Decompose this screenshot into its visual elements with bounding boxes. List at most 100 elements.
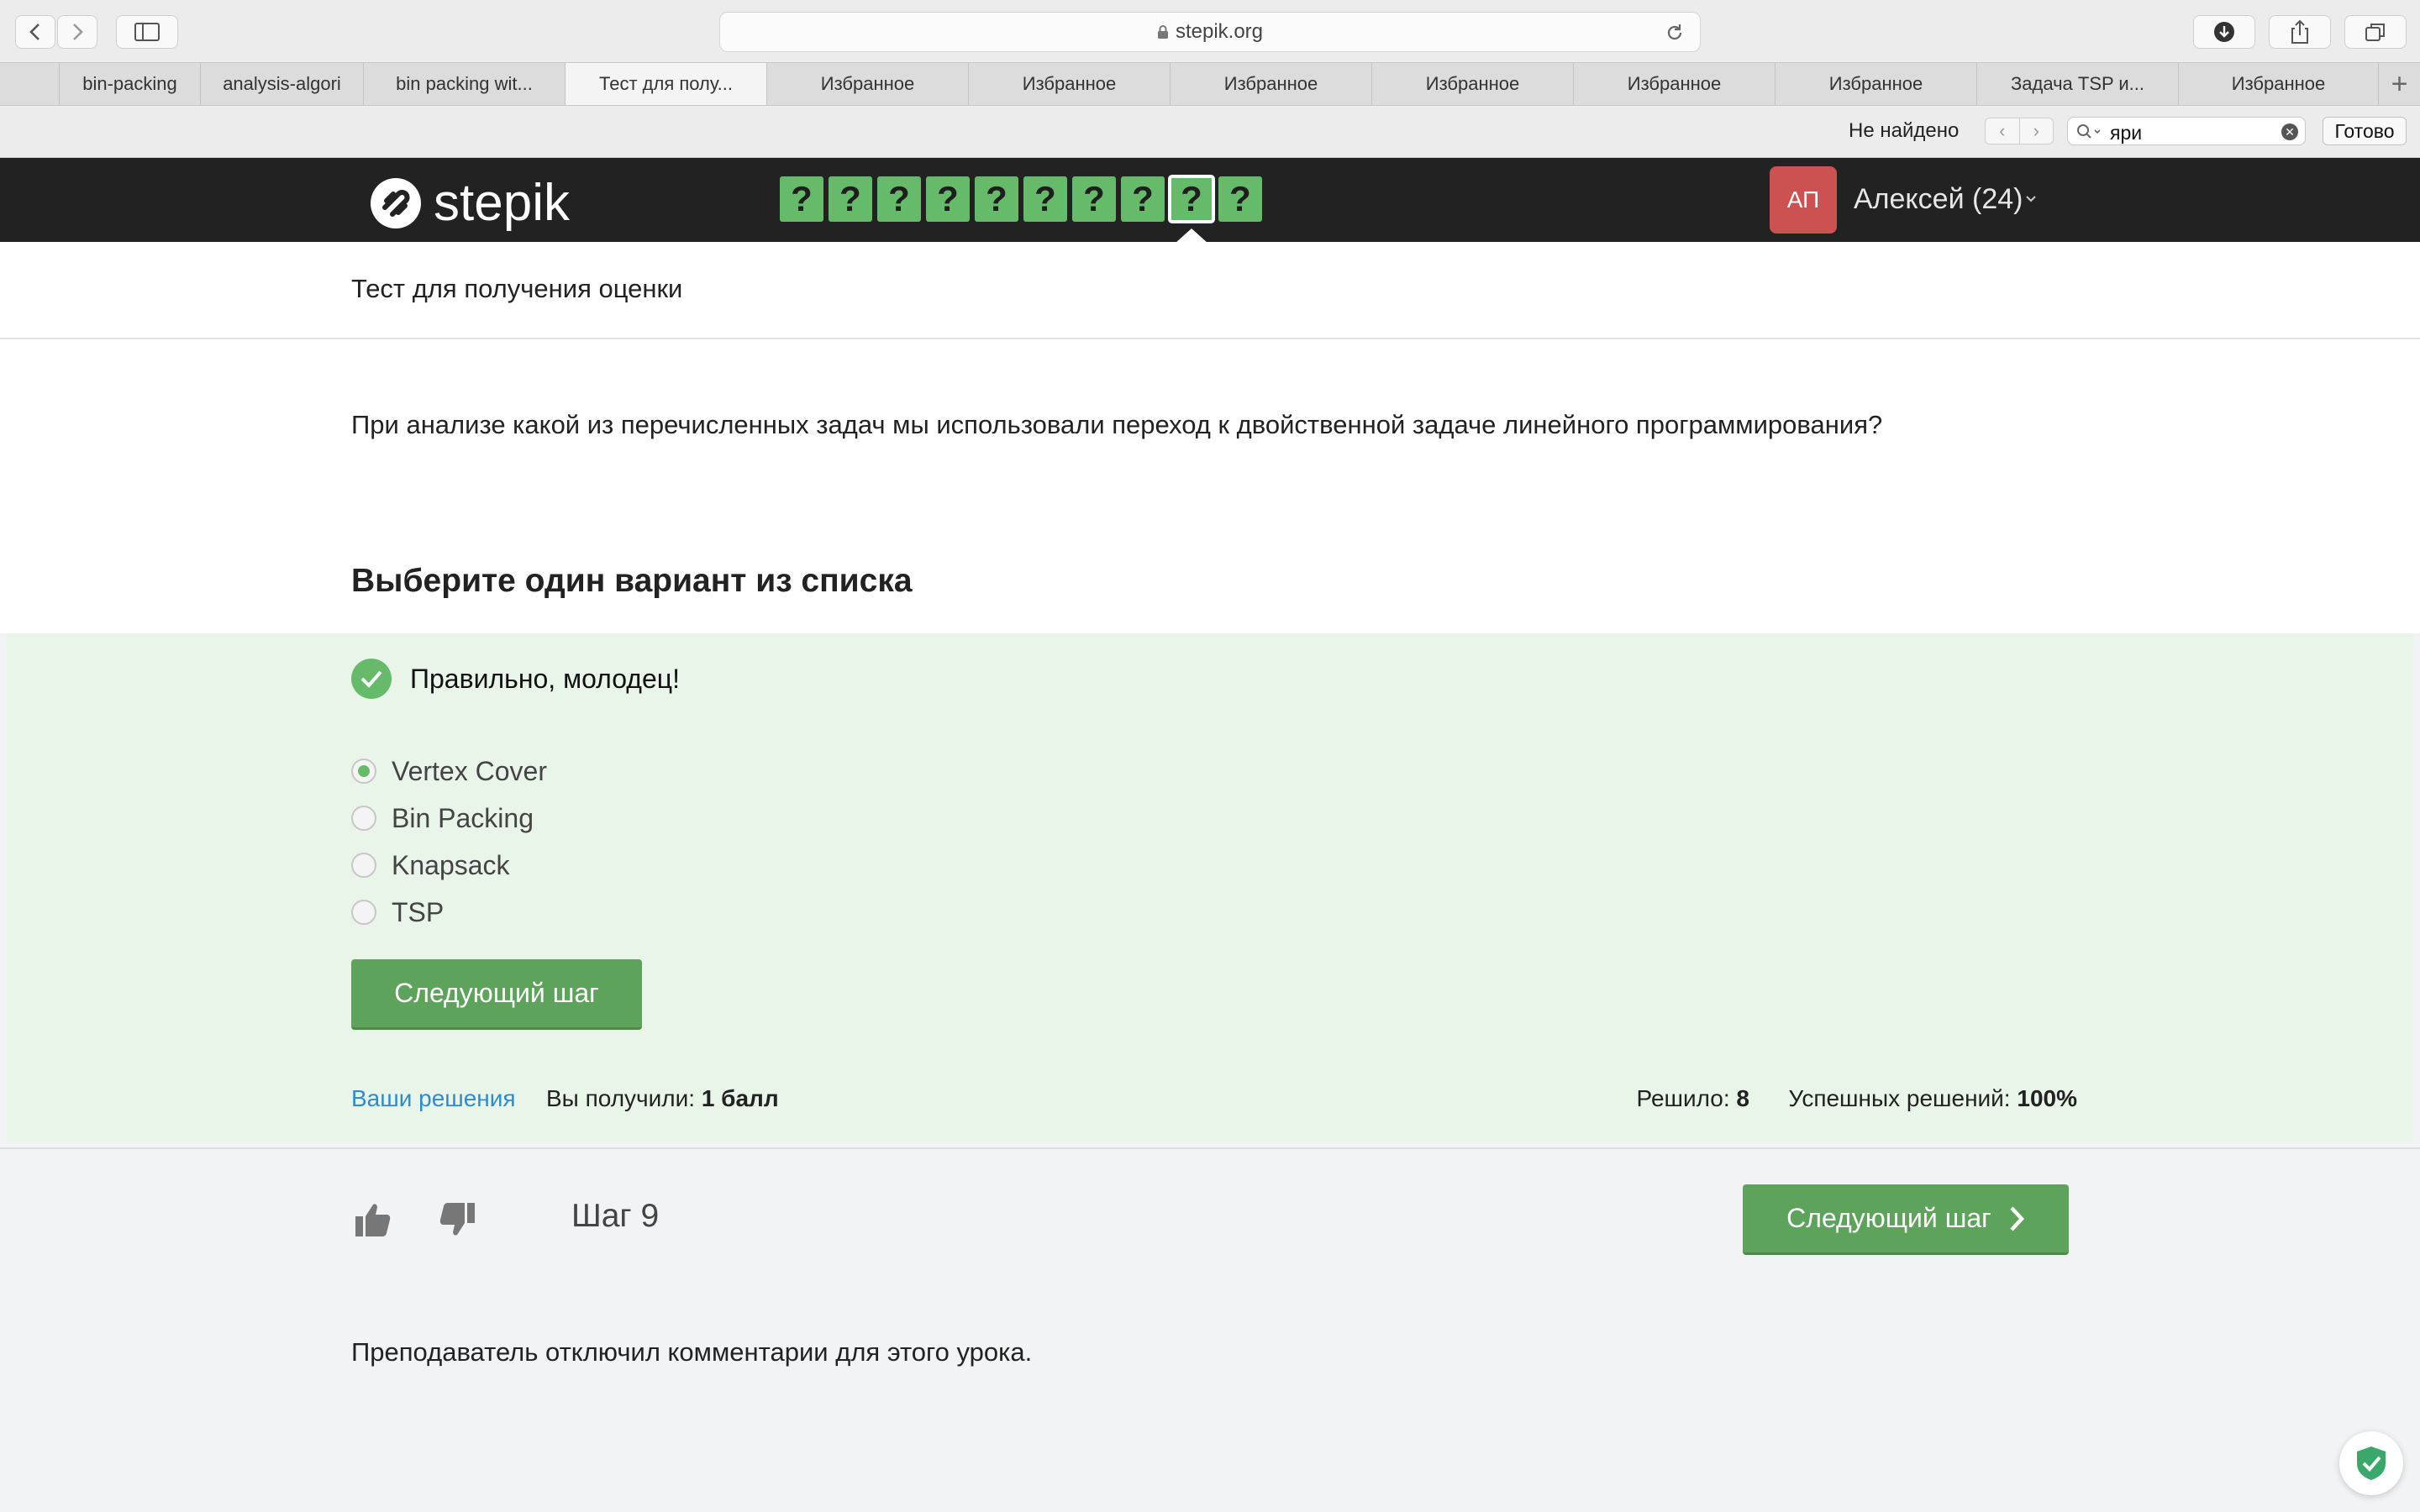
find-input[interactable]: яри ✕: [2067, 117, 2306, 145]
feedback-correct: Правильно, молодец!: [351, 659, 680, 699]
tab-bar: bin-packing analysis-algori bin packing …: [0, 62, 2420, 106]
lesson-title-bar: Тест для получения оценки: [0, 242, 2420, 339]
radio-button[interactable]: [351, 759, 376, 784]
comments-disabled-notice: Преподаватель отключил комментарии для э…: [351, 1337, 1033, 1367]
lock-icon: [1157, 25, 1168, 39]
step-marker[interactable]: ?: [1072, 176, 1116, 222]
option-label: TSP: [392, 896, 445, 927]
downloads-button[interactable]: [2193, 15, 2255, 49]
step-marker[interactable]: ?: [926, 176, 970, 222]
next-step-button[interactable]: Следующий шаг: [351, 959, 642, 1030]
stepik-logo[interactable]: stepik: [368, 173, 570, 233]
browser-tab[interactable]: Избранное: [1775, 63, 1976, 105]
tabs-icon: [2365, 24, 2385, 41]
plus-icon: +: [2391, 67, 2408, 100]
step-marker[interactable]: ?: [877, 176, 921, 222]
check-icon: [351, 659, 392, 699]
option-label: Vertex Cover: [392, 755, 547, 786]
share-icon: [2291, 19, 2308, 44]
search-icon: [2077, 124, 2101, 139]
lesson-title: Тест для получения оценки: [351, 274, 683, 303]
security-extension-button[interactable]: [2339, 1431, 2403, 1495]
stepik-logo-icon: [371, 177, 421, 228]
step-marker-current[interactable]: ?: [1168, 175, 1215, 223]
step-marker[interactable]: ?: [780, 176, 823, 222]
radio-button[interactable]: [351, 900, 376, 925]
chevron-left-icon: [29, 24, 39, 40]
divider: [0, 1147, 2420, 1149]
next-step-label: Следующий шаг: [1786, 1203, 1991, 1233]
solved-value: 8: [1736, 1085, 1749, 1111]
step-marker[interactable]: ?: [829, 176, 872, 222]
next-step-main-button[interactable]: Следующий шаг: [1743, 1184, 2069, 1255]
thumbs-down-icon[interactable]: [437, 1200, 477, 1240]
option-vertex-cover[interactable]: Vertex Cover: [351, 754, 547, 788]
choose-title: Выберите один вариант из списка: [351, 563, 913, 599]
browser-tab[interactable]: Избранное: [1371, 63, 1573, 105]
step-marker[interactable]: ?: [1121, 176, 1165, 222]
step-marker[interactable]: ?: [1218, 176, 1262, 222]
reload-icon[interactable]: [1665, 23, 1685, 43]
question-area: При анализе какой из перечисленных задач…: [0, 339, 2420, 633]
radio-button[interactable]: [351, 853, 376, 878]
browser-tab[interactable]: Избранное: [2178, 63, 2378, 105]
option-label: Knapsack: [392, 849, 510, 880]
option-knapsack[interactable]: Knapsack: [351, 848, 510, 882]
browser-toolbar: stepik.org: [0, 0, 2420, 62]
site-header: stepik ? ? ? ? ? ? ? ? ? ? АП Алексей (2…: [0, 158, 2420, 244]
chevron-right-icon: [73, 24, 83, 40]
radio-button[interactable]: [351, 806, 376, 831]
browser-tab[interactable]: Избранное: [766, 63, 968, 105]
share-button[interactable]: [2269, 15, 2331, 49]
back-button[interactable]: [15, 15, 55, 49]
address-bar[interactable]: stepik.org: [719, 12, 1701, 52]
option-tsp[interactable]: TSP: [351, 895, 444, 929]
step-marker[interactable]: ?: [975, 176, 1018, 222]
new-tab-button[interactable]: +: [2378, 63, 2420, 105]
step-navigation: ? ? ? ? ? ? ? ? ? ?: [780, 175, 1262, 223]
find-bar: Не найдено ‹ › яри ✕ Готово: [0, 106, 2420, 158]
browser-tab-active[interactable]: Тест для полу...: [565, 63, 766, 105]
find-status: Не найдено: [1849, 119, 1960, 142]
find-navigation: ‹ ›: [1985, 118, 2054, 144]
option-label: Bin Packing: [392, 802, 534, 833]
question-text: При анализе какой из перечисленных задач…: [351, 410, 1883, 439]
chevron-right-icon: [2010, 1205, 2024, 1231]
url-text: stepik.org: [1175, 20, 1264, 43]
step-marker[interactable]: ?: [1023, 176, 1067, 222]
logo-text: stepik: [434, 174, 570, 232]
tab-overview-button[interactable]: [2344, 15, 2407, 49]
chevron-down-icon[interactable]: [2025, 195, 2037, 203]
browser-tab[interactable]: bin-packing: [59, 63, 200, 105]
sidebar-icon: [134, 23, 160, 41]
success-rate: Успешных решений: 100%: [1788, 1085, 2077, 1112]
browser-tab[interactable]: Избранное: [968, 63, 1170, 105]
find-next-button[interactable]: ›: [2018, 118, 2054, 144]
success-value: 100%: [2017, 1085, 2077, 1111]
thumbs-up-icon[interactable]: [353, 1200, 393, 1240]
find-done-button[interactable]: Готово: [2323, 117, 2407, 145]
shield-check-icon: [2357, 1446, 2386, 1480]
browser-tab[interactable]: Задача TSP и...: [1976, 63, 2178, 105]
browser-tab[interactable]: Избранное: [1573, 63, 1775, 105]
score-label: Вы получили:: [546, 1085, 696, 1111]
feedback-text: Правильно, молодец!: [410, 663, 680, 694]
browser-tab[interactable]: Избранное: [1170, 63, 1371, 105]
forward-button[interactable]: [57, 15, 97, 49]
step-number: Шаг 9: [571, 1198, 660, 1234]
find-previous-button[interactable]: ‹: [1986, 118, 2019, 144]
sidebar-toggle-button[interactable]: [116, 15, 178, 49]
solved-label: Решило:: [1636, 1085, 1730, 1111]
avatar[interactable]: АП: [1770, 166, 1837, 234]
clear-icon[interactable]: ✕: [2281, 123, 2298, 140]
find-query: яри: [2110, 122, 2143, 144]
option-bin-packing[interactable]: Bin Packing: [351, 801, 534, 835]
your-solutions-link[interactable]: Ваши решения: [351, 1085, 516, 1112]
score-value: 1 балл: [701, 1085, 779, 1111]
user-name[interactable]: Алексей (24): [1854, 183, 2023, 216]
browser-tab[interactable]: analysis-algori: [200, 63, 363, 105]
solved-count: Решило: 8: [1637, 1085, 1749, 1112]
download-icon: [2214, 22, 2234, 42]
browser-tab[interactable]: bin packing wit...: [363, 63, 565, 105]
answer-box: Правильно, молодец! Vertex Cover Bin Pac…: [7, 633, 2413, 1142]
